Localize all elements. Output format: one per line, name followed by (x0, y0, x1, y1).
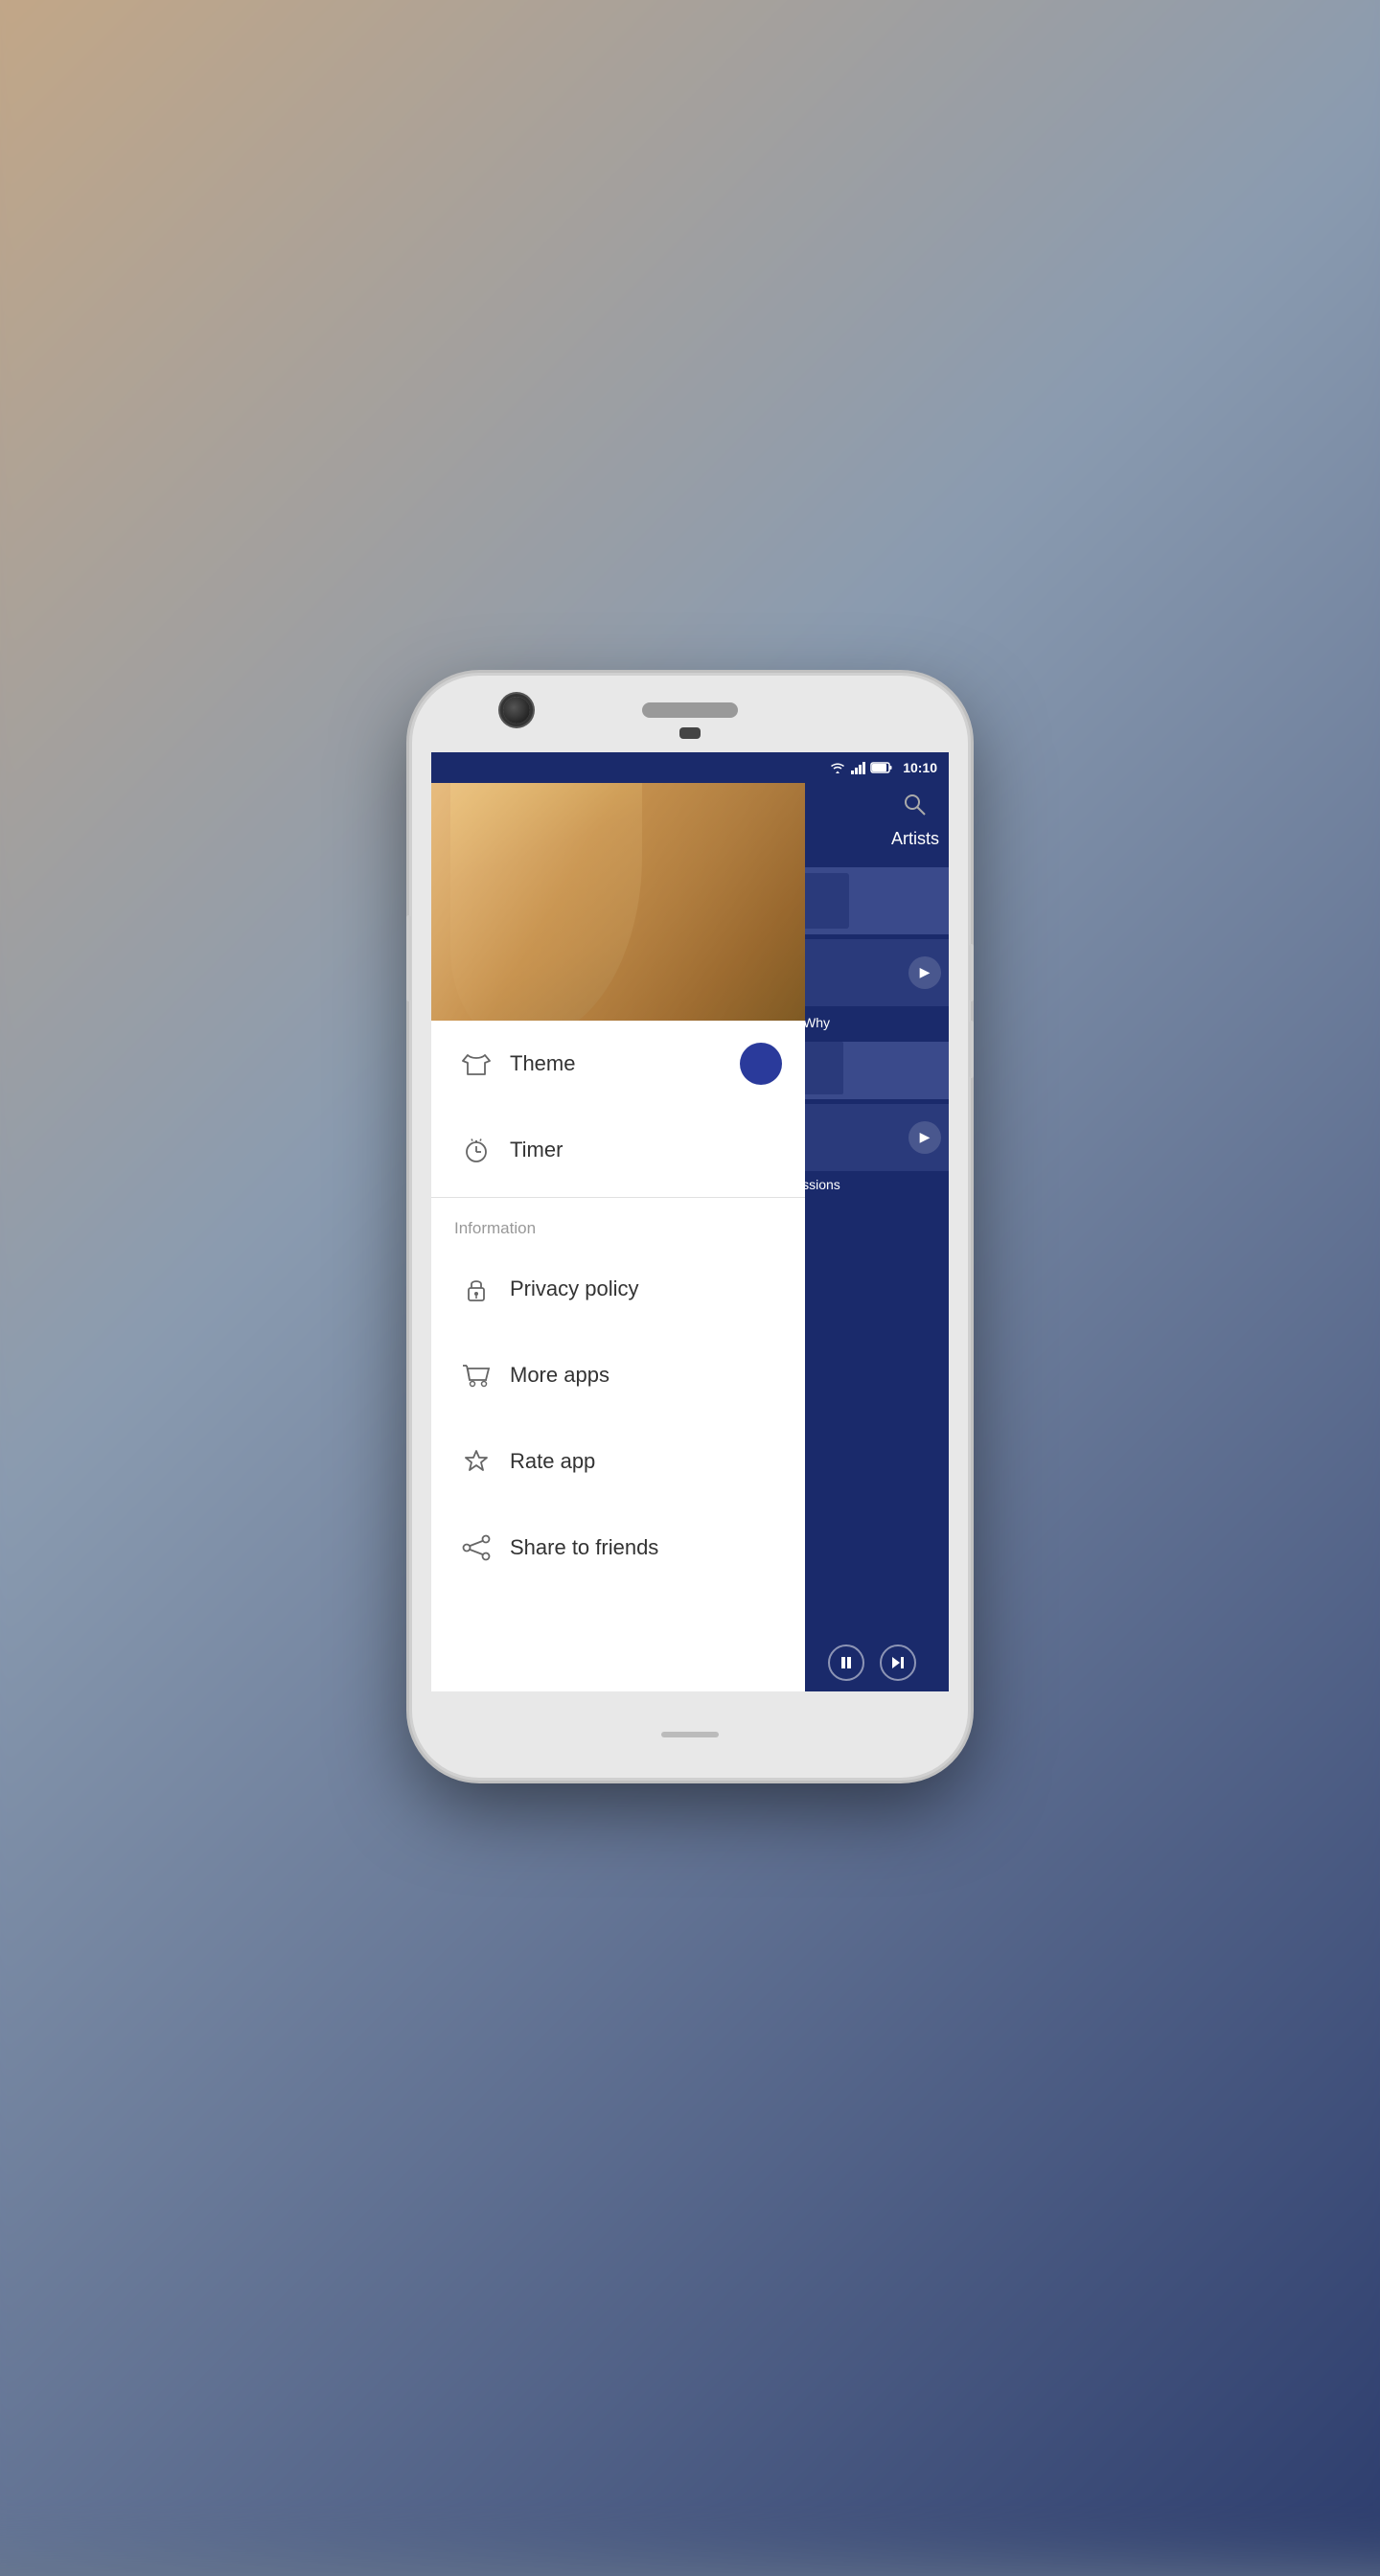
music-item-1[interactable] (795, 867, 949, 934)
theme-toggle[interactable] (740, 1043, 782, 1085)
more-apps-menu-item[interactable]: More apps (431, 1332, 805, 1418)
music-item-4[interactable]: ▶ (795, 1104, 949, 1171)
wifi-icon (829, 761, 846, 774)
rate-app-label: Rate app (510, 1449, 782, 1474)
theme-label: Theme (510, 1051, 740, 1076)
drawer: ♪ Theme (431, 752, 805, 1691)
share-menu-item[interactable]: Share to friends (431, 1505, 805, 1591)
cart-icon (454, 1353, 498, 1397)
pause-button[interactable] (828, 1644, 864, 1681)
sessions-label: issions (795, 1171, 949, 1198)
phone-top-bar (412, 676, 968, 752)
share-icon (454, 1526, 498, 1570)
app-background: Artists ▶ Why ▶ (795, 752, 949, 1691)
rate-app-menu-item[interactable]: Rate app (431, 1418, 805, 1505)
play-button-2[interactable]: ▶ (908, 1121, 941, 1154)
information-section-header: Information (431, 1202, 805, 1246)
music-item-3[interactable] (795, 1042, 949, 1099)
drawer-header-image: ♪ (431, 752, 805, 1021)
timer-menu-item[interactable]: Timer (431, 1107, 805, 1193)
front-sensor (679, 727, 701, 739)
menu-section: Theme (431, 1021, 805, 1691)
camera (503, 697, 530, 724)
play-button[interactable]: ▶ (908, 956, 941, 989)
skip-forward-button[interactable] (880, 1644, 916, 1681)
signal-icon (851, 761, 866, 774)
timer-icon (454, 1128, 498, 1172)
share-to-friends-label: Share to friends (510, 1535, 782, 1560)
lock-icon (454, 1267, 498, 1311)
search-icon[interactable] (903, 793, 930, 819)
artists-label: Artists (891, 829, 939, 849)
home-indicator (661, 1732, 719, 1737)
status-icons: 10:10 (829, 760, 937, 775)
phone-bottom-bar (412, 1691, 968, 1778)
status-time: 10:10 (903, 760, 937, 775)
why-label: Why (795, 1008, 949, 1037)
phone-shell: 10:10 Artists ▶ (412, 676, 968, 1778)
power-button[interactable] (406, 915, 411, 1001)
star-icon (454, 1439, 498, 1484)
speaker (642, 702, 738, 718)
divider (431, 1197, 805, 1198)
more-apps-label: More apps (510, 1363, 782, 1388)
volume-down-button[interactable] (969, 1021, 974, 1078)
music-thumb (803, 873, 849, 929)
header-overlay (431, 752, 805, 1021)
timer-label: Timer (510, 1138, 782, 1162)
theme-icon (454, 1042, 498, 1086)
theme-menu-item[interactable]: Theme (431, 1021, 805, 1107)
privacy-policy-label: Privacy policy (510, 1276, 782, 1301)
battery-icon (871, 762, 892, 773)
privacy-policy-menu-item[interactable]: Privacy policy (431, 1246, 805, 1332)
player-bar (795, 1634, 949, 1691)
volume-up-button[interactable] (969, 944, 974, 1001)
status-bar: 10:10 (431, 752, 949, 783)
music-item-2[interactable]: ▶ (795, 939, 949, 1006)
screen: 10:10 Artists ▶ (431, 752, 949, 1691)
